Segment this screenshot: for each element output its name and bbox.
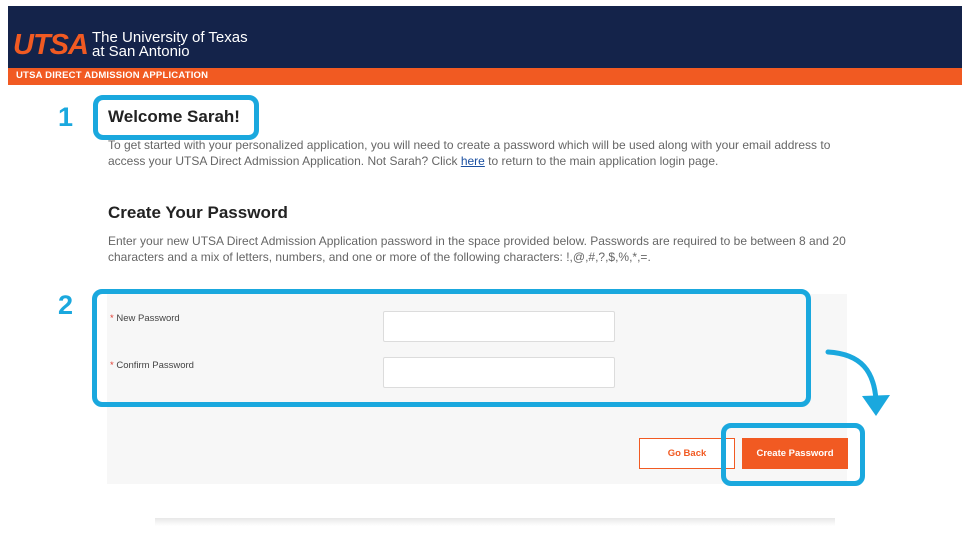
return-login-link[interactable]: here	[461, 154, 485, 168]
application-title-bar: UTSA DIRECT ADMISSION APPLICATION	[8, 68, 962, 85]
university-name-line2: at San Antonio	[92, 43, 190, 60]
welcome-intro: To get started with your personalized ap…	[108, 137, 858, 169]
site-header: UTSA The University of Texas at San Anto…	[8, 6, 962, 68]
step1-highlight-box	[93, 95, 259, 140]
step2-number: 2	[58, 290, 74, 320]
application-title: UTSA DIRECT ADMISSION APPLICATION	[16, 70, 209, 81]
create-password-heading: Create Your Password	[108, 203, 288, 222]
password-requirements: Enter your new UTSA Direct Admission App…	[108, 234, 846, 264]
university-name: The University of Texas at San Antonio	[92, 30, 248, 60]
curved-arrow-icon	[825, 349, 890, 416]
intro-text-after: to return to the main application login …	[484, 154, 719, 168]
create-button-highlight-box	[721, 423, 865, 486]
utsa-logo[interactable]: UTSA	[13, 30, 89, 60]
step2-highlight-box	[92, 289, 811, 407]
bottom-shadow	[155, 518, 835, 526]
step1-number: 1	[58, 102, 74, 132]
